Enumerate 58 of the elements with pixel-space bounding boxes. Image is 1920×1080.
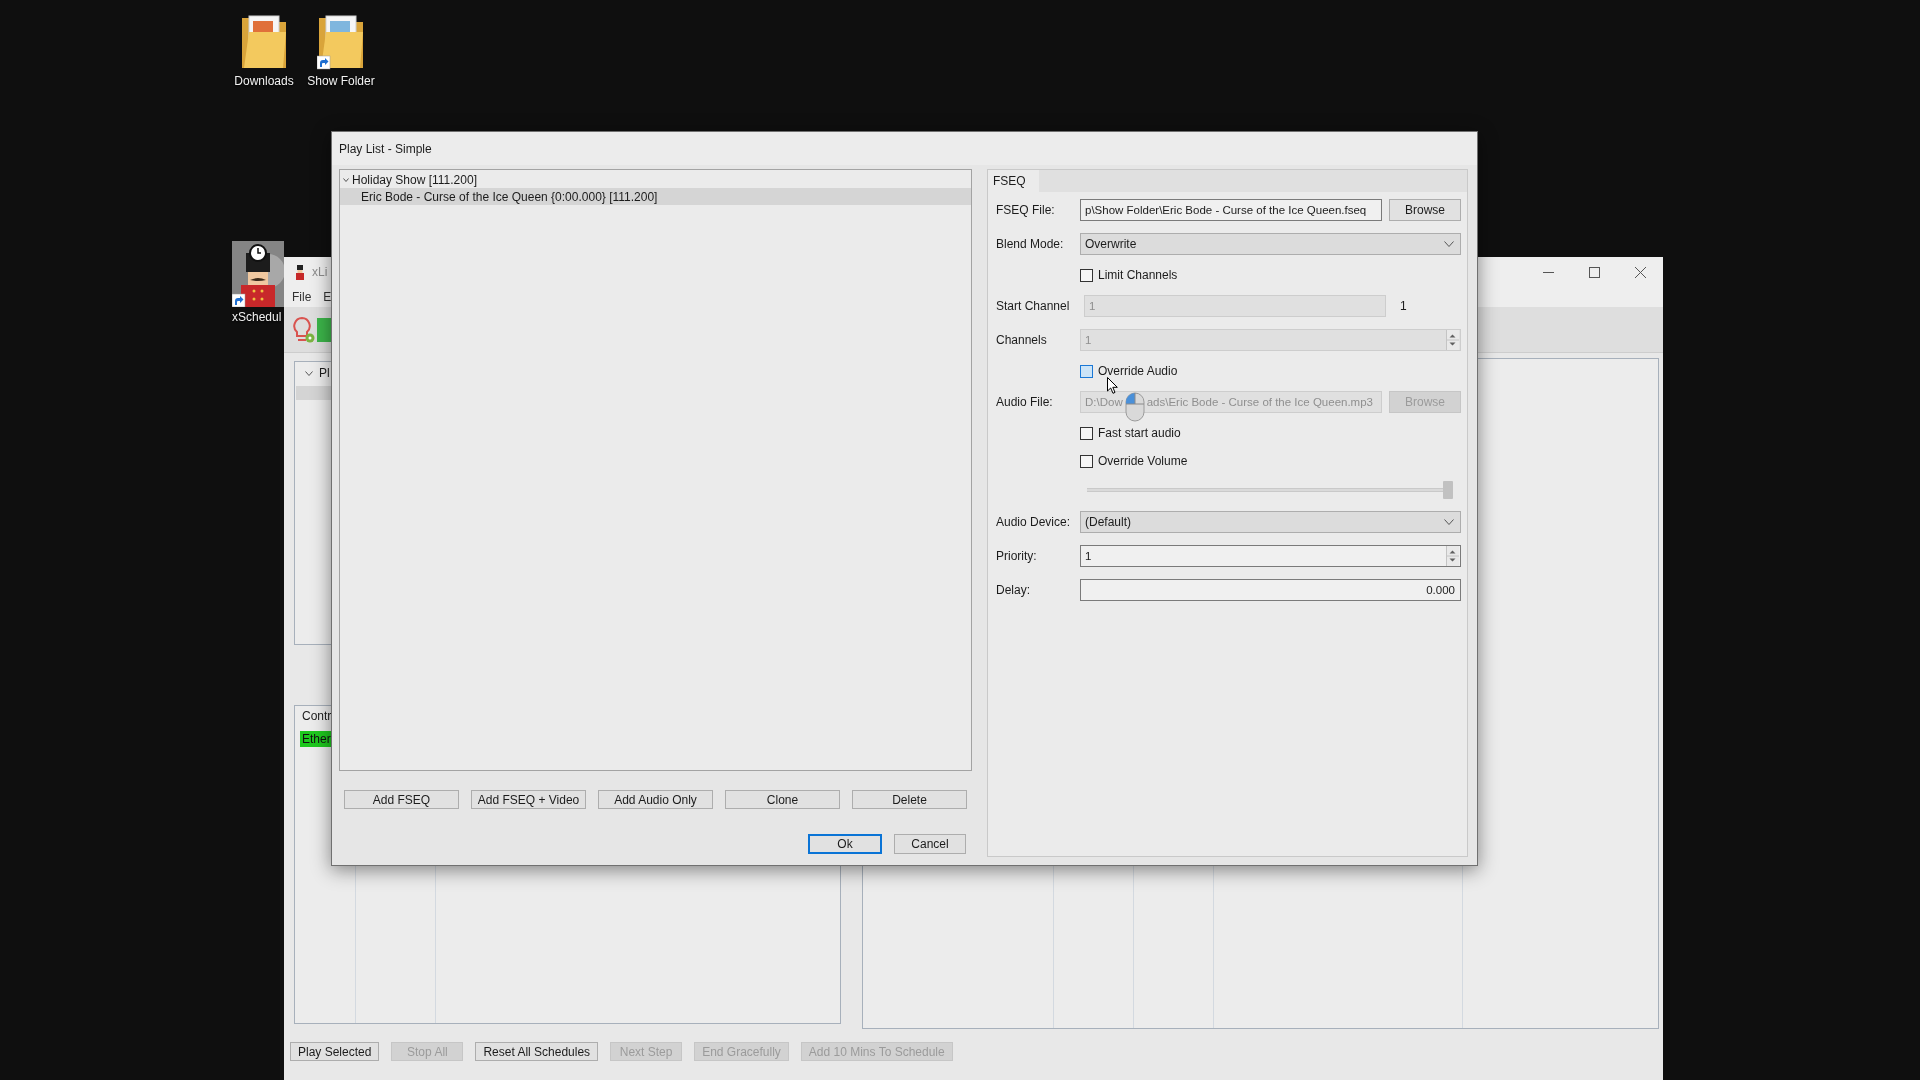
desktop-shortcut[interactable]: xSchedul: [232, 241, 284, 325]
cancel-button[interactable]: Cancel: [894, 834, 966, 854]
list-action-button[interactable]: Delete: [852, 790, 967, 809]
spinner-arrows-icon[interactable]: [1446, 546, 1459, 566]
number-field[interactable]: 0.000: [1080, 579, 1461, 601]
chevron-down-icon: [1444, 241, 1454, 247]
ok-button[interactable]: Ok: [808, 834, 882, 854]
maximize-icon: [1588, 266, 1600, 278]
checkbox[interactable]: [1080, 454, 1093, 468]
column-header: Contr: [302, 709, 332, 723]
status-cell: Ether: [300, 731, 333, 747]
checkbox-label[interactable]: Override Volume: [1098, 454, 1188, 468]
field-label: Audio Device:: [996, 515, 1072, 529]
browse-button[interactable]: Browse: [1389, 199, 1461, 221]
close-icon: [1634, 266, 1646, 278]
menu-item[interactable]: File: [292, 290, 312, 304]
tab[interactable]: FSEQ: [988, 170, 1039, 192]
field-label: Channels: [996, 333, 1048, 347]
tree-item[interactable]: Eric Bode - Curse of the Ice Queen {0:00.000} [111.200]: [340, 188, 971, 205]
field-label: Audio File:: [996, 395, 1054, 409]
field-label: Blend Mode:: [996, 237, 1065, 251]
tree-item[interactable]: Pl: [295, 366, 330, 380]
field-label: Start Channel: [996, 299, 1071, 313]
tree-item[interactable]: Holiday Show [111.200]: [340, 171, 971, 188]
pointer-cursor-icon: [1107, 377, 1118, 394]
action-button[interactable]: Play Selected: [290, 1042, 380, 1061]
checkbox[interactable]: [1080, 426, 1093, 440]
desktop-shortcut[interactable]: Show Folder: [306, 12, 376, 89]
field-label: Delay:: [996, 583, 1031, 597]
lightbulb-gear-icon[interactable]: [293, 316, 315, 343]
chevron-down-icon[interactable]: [343, 177, 349, 182]
mouse-icon: [1125, 392, 1145, 422]
dropdown[interactable]: (Default): [1080, 511, 1461, 533]
nutcracker-icon: [296, 264, 304, 280]
field-label: Priority:: [996, 549, 1038, 563]
menu-item[interactable]: E: [323, 290, 332, 304]
checkbox-label[interactable]: Limit Channels: [1098, 268, 1178, 282]
chevron-down-icon[interactable]: [305, 370, 313, 376]
checkbox[interactable]: [1080, 364, 1093, 378]
list-action-button[interactable]: Clone: [725, 790, 840, 809]
checkbox-label[interactable]: Override Audio: [1098, 364, 1178, 378]
chevron-down-icon: [1444, 519, 1454, 525]
list-action-button[interactable]: Add FSEQ + Video: [471, 790, 586, 809]
list-action-button[interactable]: Add FSEQ: [344, 790, 459, 809]
action-button[interactable]: Reset All Schedules: [475, 1042, 599, 1061]
file-path-field[interactable]: p\Show Folder\Eric Bode - Curse of the Ice Queen.fseq: [1080, 199, 1382, 221]
field-label: FSEQ File:: [996, 203, 1056, 217]
value-label: 1: [1400, 299, 1407, 313]
minimize-icon: [1542, 271, 1554, 273]
checkbox[interactable]: [1080, 268, 1093, 282]
list-action-button[interactable]: Add Audio Only: [598, 790, 713, 809]
desktop-shortcut[interactable]: Downloads: [229, 12, 299, 89]
checkbox-label[interactable]: Fast start audio: [1098, 426, 1181, 440]
window-title: xLi: [312, 265, 328, 279]
window-title: Play List - Simple: [339, 141, 432, 156]
dropdown[interactable]: Overwrite: [1080, 233, 1461, 255]
spin-field[interactable]: 1: [1080, 545, 1461, 567]
square-icon[interactable]: [317, 317, 331, 342]
